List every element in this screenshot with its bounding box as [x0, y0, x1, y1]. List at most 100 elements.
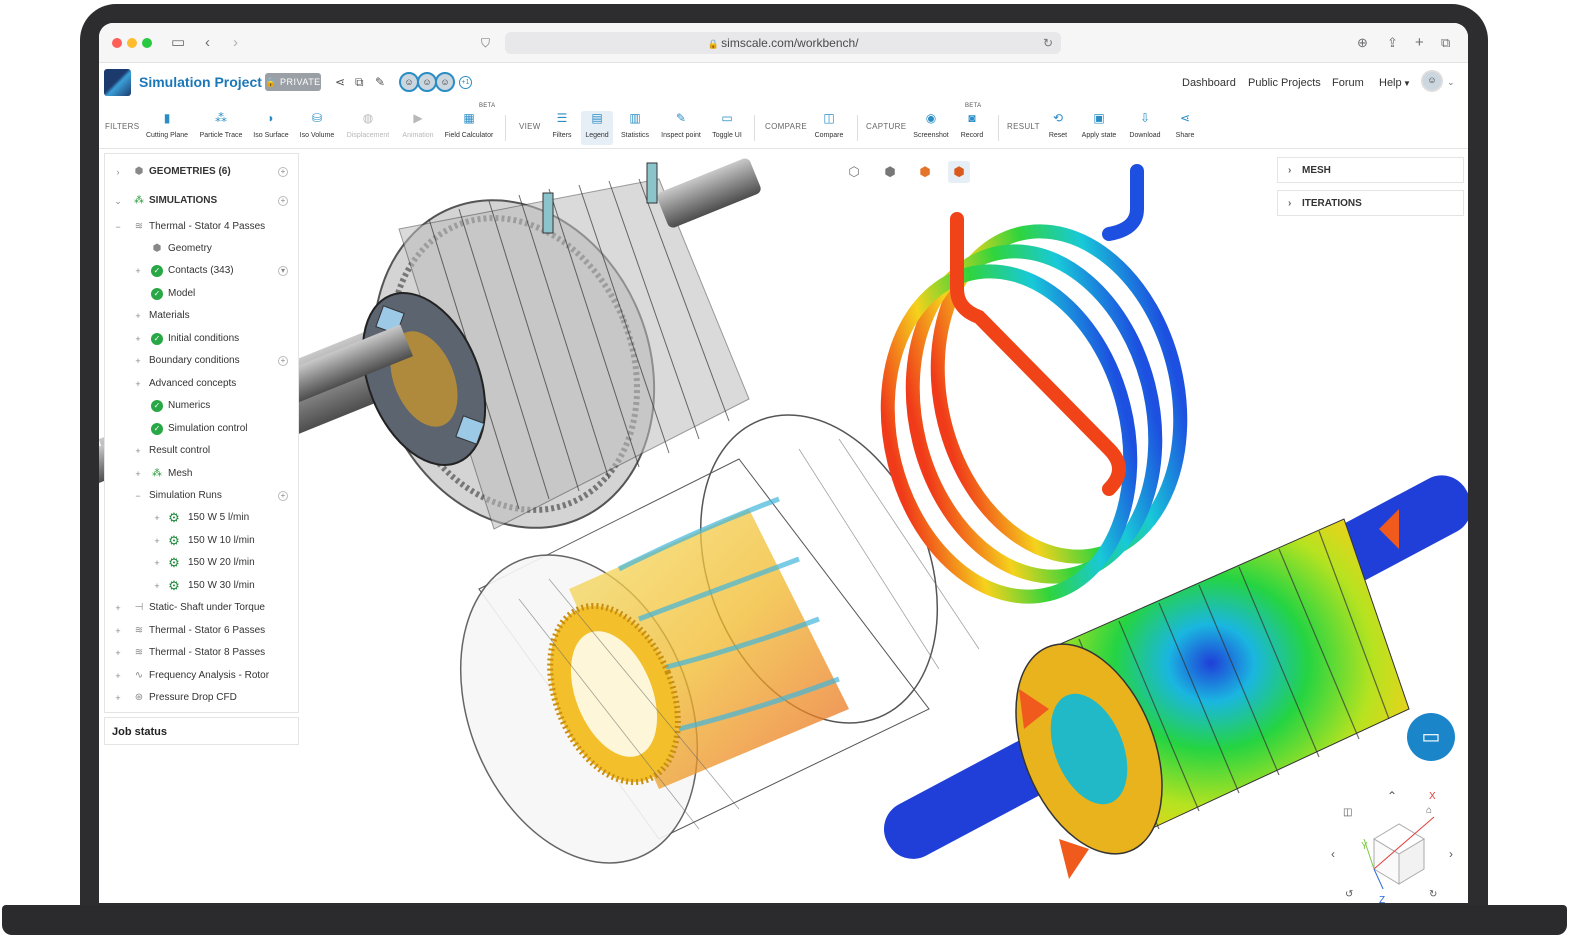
nav-dashboard[interactable]: Dashboard — [1182, 77, 1236, 89]
rotate-cw-icon[interactable]: ↻ — [1429, 889, 1437, 900]
expand-icon[interactable]: + — [113, 598, 123, 618]
nav-public-projects[interactable]: Public Projects — [1248, 77, 1321, 89]
collapse-icon[interactable]: − — [133, 486, 143, 506]
zoom-window-button[interactable] — [142, 38, 152, 48]
avatar[interactable]: ☺ — [399, 72, 419, 92]
expand-icon[interactable]: + — [133, 441, 143, 461]
rotate-ccw-icon[interactable]: ↺ — [1345, 889, 1353, 900]
rotate-up-icon[interactable]: ⌃ — [1387, 789, 1397, 803]
tree-simulations[interactable]: ⌄ ⁂ SIMULATIONS + — [105, 191, 298, 211]
chat-support-button[interactable]: ▭ — [1407, 713, 1455, 761]
view-surface-icon[interactable]: ⬢ — [879, 161, 901, 183]
add-icon[interactable]: + — [278, 196, 288, 206]
download-icon[interactable]: ⊕ — [1357, 33, 1368, 53]
tree-item-simulation-runs[interactable]: − Simulation Runs + — [105, 486, 298, 506]
filter-icon[interactable]: ▾ — [278, 266, 288, 276]
expand-icon[interactable]: + — [152, 508, 162, 528]
navigation-cube[interactable]: ⌃ ‹ › ⌄ ◫ ⌂ ↺ ↻ X Y Z — [1331, 789, 1453, 903]
tree-item-thermal-stator-4[interactable]: − ≋ Thermal - Stator 4 Passes — [105, 217, 298, 237]
rotate-right-icon[interactable]: › — [1449, 847, 1453, 861]
rotate-left-icon[interactable]: ‹ — [1331, 847, 1335, 861]
project-title[interactable]: Simulation Project — [139, 74, 262, 90]
expand-icon[interactable]: + — [133, 329, 143, 349]
shield-icon[interactable]: ⛉ — [481, 33, 490, 53]
tree-item-frequency-analysis[interactable]: + ∿ Frequency Analysis - Rotor — [105, 666, 298, 686]
collapse-icon[interactable]: − — [113, 217, 123, 237]
minimize-window-button[interactable] — [127, 38, 137, 48]
displacement-button[interactable]: ◍ Displacement — [340, 111, 396, 145]
record-button[interactable]: ◙ Record — [944, 111, 1000, 145]
tree-item-model[interactable]: ✓ Model — [105, 284, 298, 304]
orientation-cube[interactable] — [1359, 809, 1439, 889]
more-collaborators-badge[interactable]: +1 — [459, 76, 472, 89]
chevron-down-icon[interactable]: ⌄ — [1447, 77, 1455, 88]
address-bar[interactable]: 🔒 simscale.com/workbench/ ↻ — [505, 32, 1061, 54]
view-wireframe-icon[interactable]: ⬡ — [843, 161, 865, 183]
camera-icon[interactable]: ◫ — [1343, 807, 1352, 818]
iso-volume-button[interactable]: ⛁ Iso Volume — [289, 111, 345, 145]
nav-help[interactable]: Help — [1379, 77, 1402, 89]
tree-item-boundary-conditions[interactable]: + Boundary conditions + — [105, 351, 298, 371]
view-shaded-icon[interactable]: ⬢ — [914, 161, 936, 183]
tree-item-run[interactable]: + ⚙ 150 W 20 l/min — [105, 553, 298, 573]
expand-icon[interactable]: + — [113, 666, 123, 686]
new-tab-icon[interactable]: + — [1415, 33, 1424, 53]
forward-icon[interactable]: › — [233, 33, 238, 53]
expand-icon[interactable]: + — [113, 643, 123, 663]
rotate-down-icon[interactable]: ⌄ — [1387, 901, 1397, 903]
user-avatar[interactable]: ☺ — [1421, 70, 1443, 92]
view-shaded-edges-icon[interactable]: ⬢ — [948, 161, 970, 183]
edit-project-icon[interactable]: ✎ — [375, 75, 385, 89]
sidebar-toggle-icon[interactable]: ▭ — [171, 33, 185, 53]
expand-icon[interactable]: + — [152, 576, 162, 596]
add-icon[interactable]: + — [278, 491, 288, 501]
copy-project-icon[interactable]: ⧉ — [355, 75, 364, 90]
expand-icon[interactable]: + — [113, 621, 123, 641]
chevron-down-icon[interactable]: ▼ — [1403, 79, 1411, 88]
privacy-badge[interactable]: 🔒 PRIVATE — [265, 73, 321, 91]
tree-item-run[interactable]: + ⚙ 150 W 30 l/min — [105, 576, 298, 596]
tree-item-materials[interactable]: + Materials — [105, 306, 298, 326]
share-project-icon[interactable]: ⋖ — [335, 75, 345, 89]
tree-item-result-control[interactable]: + Result control — [105, 441, 298, 461]
tree-item-geometry[interactable]: ⬢ Geometry — [105, 239, 298, 259]
iterations-panel[interactable]: › ITERATIONS — [1277, 190, 1464, 216]
close-window-button[interactable] — [112, 38, 122, 48]
toggle-ui-button[interactable]: ▭ Toggle UI — [699, 111, 755, 145]
expand-icon[interactable]: + — [133, 261, 143, 281]
coil-cfd-result[interactable] — [855, 164, 1214, 623]
nav-forum[interactable]: Forum — [1332, 77, 1364, 89]
3d-viewport[interactable]: ⬡ ⬢ ⬢ ⬢ ▭ ⌃ ‹ › ⌄ ◫ ⌂ ↺ ↻ X Y Z — [99, 149, 1468, 903]
share-icon[interactable]: ⇪ — [1387, 33, 1398, 53]
tree-geometries[interactable]: › ⬢ GEOMETRIES (6) + — [105, 162, 298, 182]
expand-icon[interactable]: + — [133, 351, 143, 371]
tree-item-simulation-control[interactable]: ✓ Simulation control — [105, 419, 298, 439]
tabs-overview-icon[interactable]: ⧉ — [1441, 33, 1450, 53]
mesh-panel[interactable]: › MESH — [1277, 157, 1464, 183]
tree-item-static-shaft[interactable]: + ⊣ Static- Shaft under Torque — [105, 598, 298, 618]
tree-item-run[interactable]: + ⚙ 150 W 5 l/min — [105, 508, 298, 528]
tree-item-run[interactable]: + ⚙ 150 W 10 l/min — [105, 531, 298, 551]
chevron-down-icon[interactable]: ⌄ — [113, 191, 123, 211]
expand-icon[interactable]: + — [133, 374, 143, 394]
chevron-right-icon[interactable]: › — [113, 162, 123, 182]
expand-icon[interactable]: + — [133, 464, 143, 484]
compare-button[interactable]: ◫ Compare — [801, 111, 857, 145]
share-button[interactable]: ⋖ Share — [1157, 111, 1213, 145]
tree-item-pressure-drop[interactable]: + ⊛ Pressure Drop CFD — [105, 688, 298, 708]
reload-icon[interactable]: ↻ — [1043, 32, 1053, 54]
simscale-logo[interactable] — [104, 69, 131, 96]
field-calculator-button[interactable]: ▦ Field Calculator — [441, 111, 497, 145]
tree-item-advanced-concepts[interactable]: + Advanced concepts — [105, 374, 298, 394]
avatar[interactable]: ☺ — [435, 72, 455, 92]
simulation-scene[interactable] — [99, 149, 1468, 903]
tree-item-numerics[interactable]: ✓ Numerics — [105, 396, 298, 416]
avatar[interactable]: ☺ — [417, 72, 437, 92]
tree-item-contacts[interactable]: + ✓ Contacts (343) ▾ — [105, 261, 298, 281]
add-icon[interactable]: + — [278, 167, 288, 177]
expand-icon[interactable]: + — [133, 306, 143, 326]
back-icon[interactable]: ‹ — [205, 33, 210, 53]
tree-item-mesh[interactable]: + ⁂ Mesh — [105, 464, 298, 484]
tree-item-thermal-stator-8[interactable]: + ≋ Thermal - Stator 8 Passes — [105, 643, 298, 663]
add-icon[interactable]: + — [278, 356, 288, 366]
